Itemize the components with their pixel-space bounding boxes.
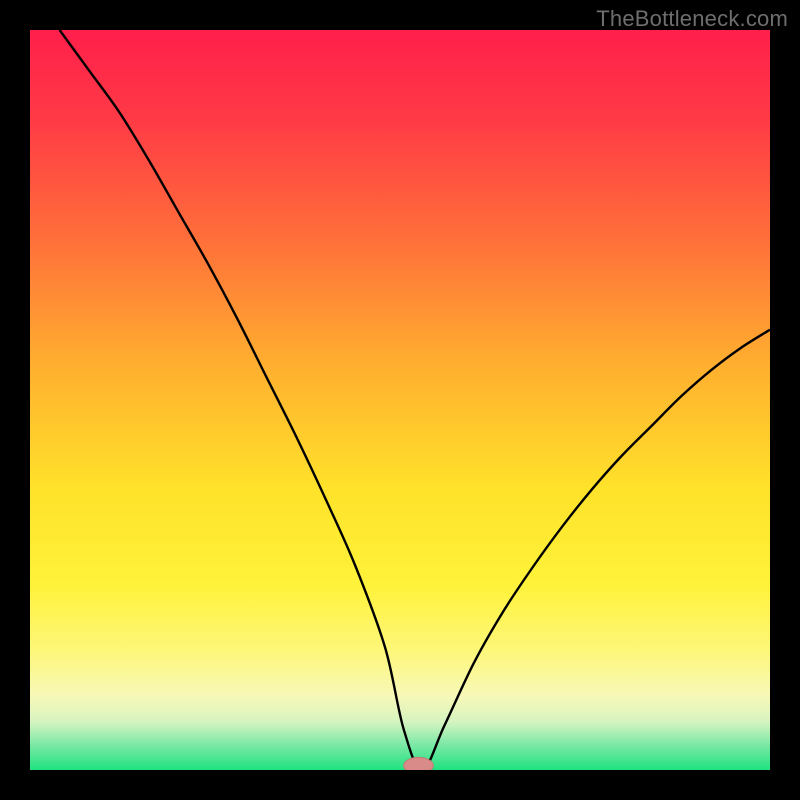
- chart-frame: TheBottleneck.com: [0, 0, 800, 800]
- gradient-background: [30, 30, 770, 770]
- optimum-marker: [404, 757, 434, 770]
- plot-area: [30, 30, 770, 770]
- chart-svg: [30, 30, 770, 770]
- watermark-text: TheBottleneck.com: [596, 6, 788, 32]
